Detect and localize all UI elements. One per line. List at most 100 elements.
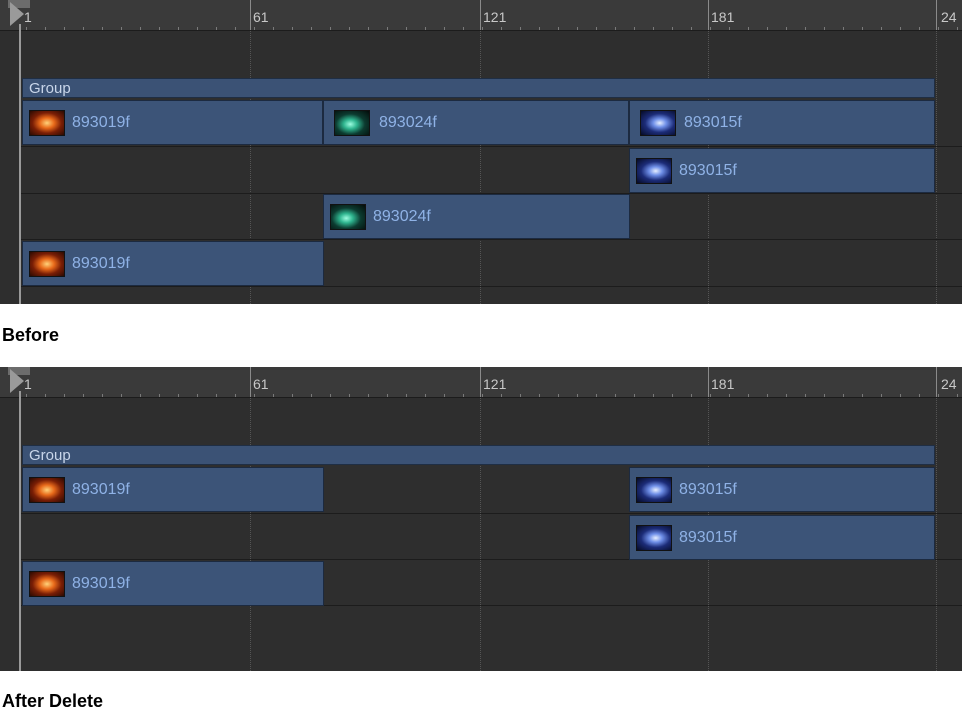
clip-thumbnail bbox=[636, 158, 672, 184]
clip-thumbnail bbox=[334, 110, 370, 136]
ruler-tick bbox=[480, 0, 481, 30]
ruler-label-1: 1 bbox=[24, 9, 32, 25]
ruler-minor-tick bbox=[64, 394, 65, 397]
ruler-minor-tick bbox=[121, 394, 122, 397]
group-track[interactable]: Group bbox=[22, 445, 935, 465]
ruler-minor-tick bbox=[919, 394, 920, 397]
clip-bar[interactable]: 893015f bbox=[629, 467, 935, 512]
ruler-minor-tick bbox=[330, 27, 331, 30]
ruler-minor-tick bbox=[596, 27, 597, 30]
ruler-minor-tick bbox=[216, 27, 217, 30]
track-divider bbox=[21, 239, 962, 240]
ruler-minor-tick bbox=[786, 394, 787, 397]
ruler-minor-tick bbox=[159, 394, 160, 397]
playhead-marker-icon[interactable] bbox=[10, 369, 24, 393]
ruler-minor-tick bbox=[406, 394, 407, 397]
ruler-minor-tick bbox=[387, 394, 388, 397]
gridline bbox=[936, 31, 937, 304]
ruler-minor-tick bbox=[482, 27, 483, 30]
ruler-minor-tick bbox=[577, 27, 578, 30]
ruler-minor-tick bbox=[634, 394, 635, 397]
group-track[interactable]: Group bbox=[22, 78, 935, 98]
ruler-minor-tick bbox=[425, 27, 426, 30]
ruler-minor-tick bbox=[710, 27, 711, 30]
clip-label: 893024f bbox=[379, 114, 437, 131]
ruler-minor-tick bbox=[957, 27, 958, 30]
ruler-minor-tick bbox=[672, 27, 673, 30]
track-divider bbox=[21, 286, 962, 287]
ruler-minor-tick bbox=[64, 27, 65, 30]
ruler-minor-tick bbox=[710, 394, 711, 397]
clip-bar[interactable]: 893024f bbox=[323, 100, 629, 145]
ruler-minor-tick bbox=[900, 394, 901, 397]
ruler-tick bbox=[708, 367, 709, 397]
clip-bar[interactable]: 893019f bbox=[22, 100, 323, 145]
ruler-minor-tick bbox=[786, 27, 787, 30]
playhead-line[interactable] bbox=[19, 391, 21, 671]
ruler-minor-tick bbox=[463, 394, 464, 397]
ruler-minor-tick bbox=[292, 27, 293, 30]
ruler-label-24: 24 bbox=[941, 9, 957, 25]
clip-label: 893015f bbox=[679, 481, 737, 498]
ruler-minor-tick bbox=[482, 394, 483, 397]
ruler-minor-tick bbox=[463, 27, 464, 30]
ruler-minor-tick bbox=[729, 27, 730, 30]
ruler-minor-tick bbox=[121, 27, 122, 30]
ruler-minor-tick bbox=[957, 394, 958, 397]
ruler-minor-tick bbox=[425, 394, 426, 397]
clip-thumbnail bbox=[29, 571, 65, 597]
clip-bar[interactable]: 893019f bbox=[22, 561, 324, 606]
clip-bar[interactable]: 893015f bbox=[629, 148, 935, 193]
ruler-minor-tick bbox=[26, 394, 27, 397]
ruler-minor-tick bbox=[273, 27, 274, 30]
ruler-minor-tick bbox=[83, 394, 84, 397]
ruler-minor-tick bbox=[881, 394, 882, 397]
clip-label: 893019f bbox=[72, 575, 130, 592]
ruler-minor-tick bbox=[254, 27, 255, 30]
ruler-minor-tick bbox=[159, 27, 160, 30]
ruler-minor-tick bbox=[45, 394, 46, 397]
ruler-minor-tick bbox=[843, 27, 844, 30]
ruler-minor-tick bbox=[178, 27, 179, 30]
ruler-minor-tick bbox=[767, 394, 768, 397]
gridline bbox=[250, 398, 251, 671]
clip-bar[interactable]: 893024f bbox=[323, 194, 630, 239]
ruler-minor-tick bbox=[558, 27, 559, 30]
ruler-minor-tick bbox=[843, 394, 844, 397]
ruler-minor-tick bbox=[501, 27, 502, 30]
ruler-minor-tick bbox=[140, 394, 141, 397]
clip-bar[interactable]: 893019f bbox=[22, 241, 324, 286]
ruler-minor-tick bbox=[615, 394, 616, 397]
clip-label: 893019f bbox=[72, 114, 130, 131]
ruler-minor-tick bbox=[691, 394, 692, 397]
track-divider bbox=[21, 513, 962, 514]
clip-thumbnail bbox=[640, 110, 676, 136]
ruler-minor-tick bbox=[539, 394, 540, 397]
ruler-minor-tick bbox=[577, 394, 578, 397]
playhead-marker-icon[interactable] bbox=[10, 2, 24, 26]
ruler-minor-tick bbox=[330, 394, 331, 397]
ruler-minor-tick bbox=[520, 394, 521, 397]
ruler-minor-tick bbox=[615, 27, 616, 30]
ruler-minor-tick bbox=[767, 27, 768, 30]
time-ruler[interactable]: 1 61 121 181 24 bbox=[0, 0, 962, 31]
time-ruler[interactable]: 1 61 121 181 24 bbox=[0, 367, 962, 398]
gridline bbox=[936, 398, 937, 671]
ruler-minor-tick bbox=[387, 27, 388, 30]
clip-bar[interactable]: 893019f bbox=[22, 467, 324, 512]
clip-thumbnail bbox=[330, 204, 366, 230]
clip-thumbnail bbox=[29, 251, 65, 277]
clip-bar[interactable]: 893015f bbox=[629, 100, 935, 145]
ruler-minor-tick bbox=[501, 394, 502, 397]
clip-label: 893015f bbox=[679, 529, 737, 546]
clip-thumbnail bbox=[29, 477, 65, 503]
playhead-line[interactable] bbox=[19, 24, 21, 304]
clip-bar[interactable]: 893015f bbox=[629, 515, 935, 560]
ruler-minor-tick bbox=[520, 27, 521, 30]
group-label: Group bbox=[29, 447, 71, 464]
ruler-minor-tick bbox=[729, 394, 730, 397]
ruler-minor-tick bbox=[444, 394, 445, 397]
ruler-minor-tick bbox=[805, 27, 806, 30]
ruler-minor-tick bbox=[235, 394, 236, 397]
ruler-minor-tick bbox=[311, 27, 312, 30]
